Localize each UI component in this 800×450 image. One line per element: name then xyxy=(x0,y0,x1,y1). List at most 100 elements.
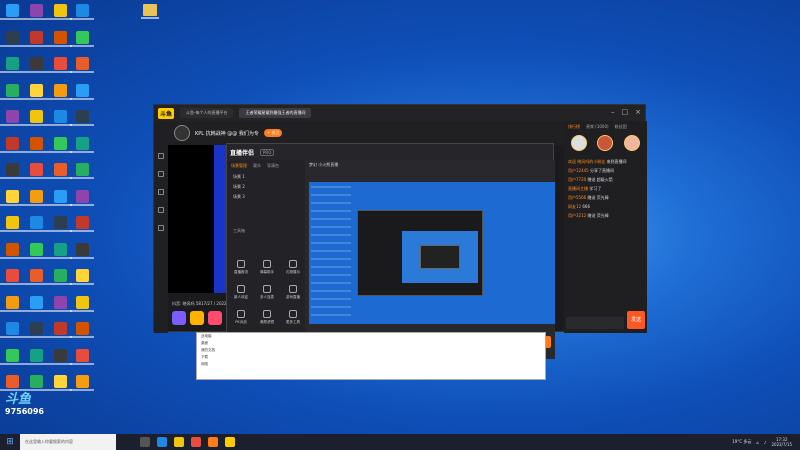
desktop-shortcut-icon[interactable] xyxy=(24,188,48,208)
explorer-row[interactable]: 我的文档 xyxy=(197,347,545,354)
rank-avatar[interactable] xyxy=(623,135,640,151)
explorer-row[interactable]: 桌面 xyxy=(197,340,545,347)
send-button[interactable]: 发送 xyxy=(627,311,645,329)
tool-item[interactable]: 更多工具 xyxy=(281,310,305,325)
desktop-shortcut-icon[interactable] xyxy=(0,294,24,314)
desktop-shortcut-icon[interactable] xyxy=(24,320,48,340)
desktop-shortcut-icon[interactable] xyxy=(24,294,48,314)
desktop-shortcut-icon[interactable] xyxy=(70,320,94,340)
desktop-shortcut-icon[interactable] xyxy=(24,241,48,261)
explorer-row[interactable]: 此电脑 xyxy=(197,333,545,340)
desktop-shortcut-icon[interactable] xyxy=(0,267,24,287)
douyu-taskbar-icon[interactable] xyxy=(208,437,218,447)
folder-icon[interactable] xyxy=(143,4,157,16)
desktop-shortcut-icon[interactable] xyxy=(48,55,72,75)
desktop-shortcut-icon[interactable] xyxy=(0,161,24,181)
desktop-shortcut-icon[interactable] xyxy=(24,108,48,128)
desktop-shortcut-icon[interactable] xyxy=(0,2,24,22)
desktop-shortcut-icon[interactable] xyxy=(24,214,48,234)
desktop-shortcut-icon[interactable] xyxy=(24,2,48,22)
desktop-shortcut-icon[interactable] xyxy=(48,188,72,208)
desktop-shortcut-icon[interactable] xyxy=(0,241,24,261)
minimize-icon[interactable]: – xyxy=(611,108,615,116)
edge-icon[interactable] xyxy=(157,437,167,447)
tab-audience[interactable]: 观众 xyxy=(253,163,261,169)
desktop-shortcut-icon[interactable] xyxy=(70,294,94,314)
tab-rank[interactable]: 排行榜 xyxy=(568,124,580,130)
desktop-shortcut-icon[interactable] xyxy=(24,267,48,287)
desktop-shortcut-icon[interactable] xyxy=(48,214,72,234)
desktop-shortcut-icon[interactable] xyxy=(48,320,72,340)
tab-scene[interactable]: 场景管理 xyxy=(231,163,247,169)
desktop-shortcut-icon[interactable] xyxy=(70,347,94,367)
desktop-shortcut-icon[interactable] xyxy=(0,347,24,367)
gift-icon[interactable] xyxy=(190,311,204,325)
chat-input[interactable] xyxy=(566,317,624,329)
desktop-shortcut-icon[interactable] xyxy=(70,161,94,181)
desktop-shortcut-icon[interactable] xyxy=(0,108,24,128)
tab-home[interactable]: 斗鱼-每个人的直播平台 xyxy=(180,108,234,118)
maximize-icon[interactable]: □ xyxy=(622,108,629,116)
tool-item[interactable]: 新人欢迎 xyxy=(229,285,253,300)
desktop-shortcut-icon[interactable] xyxy=(70,82,94,102)
nav-game-icon[interactable] xyxy=(158,207,164,213)
streamer-avatar[interactable] xyxy=(174,125,190,141)
desktop-shortcut-icon[interactable] xyxy=(70,267,94,287)
desktop-shortcut-icon[interactable] xyxy=(48,2,72,22)
scene-item[interactable]: 场景 1 xyxy=(227,172,305,182)
desktop-shortcut-icon[interactable] xyxy=(24,347,48,367)
desktop-shortcut-icon[interactable] xyxy=(48,135,72,155)
clock[interactable]: 17:32 2022/7/15 xyxy=(771,437,792,447)
desktop-shortcut-icon[interactable] xyxy=(24,161,48,181)
app-icon[interactable] xyxy=(191,437,201,447)
task-view-icon[interactable] xyxy=(140,437,150,447)
tool-item[interactable]: 弹幕助手 xyxy=(255,260,279,275)
desktop-shortcut-icon[interactable] xyxy=(48,294,72,314)
tool-item[interactable]: 游戏直播 xyxy=(281,285,305,300)
explorer-row[interactable]: 网络 xyxy=(197,361,545,368)
close-icon[interactable]: × xyxy=(635,108,641,116)
desktop-shortcut-icon[interactable] xyxy=(48,373,72,393)
desktop-shortcut-icon[interactable] xyxy=(48,108,72,128)
tool-item[interactable]: 多人连麦 xyxy=(255,285,279,300)
follow-button[interactable]: + 关注 xyxy=(263,129,283,137)
tool-item[interactable]: 直播推流 xyxy=(229,260,253,275)
desktop-shortcut-icon[interactable] xyxy=(0,188,24,208)
desktop-shortcut-icon[interactable] xyxy=(70,55,94,75)
desktop-shortcut-icon[interactable] xyxy=(0,55,24,75)
desktop-shortcut-icon[interactable] xyxy=(48,29,72,49)
desktop-shortcut-icon[interactable] xyxy=(48,82,72,102)
taskbar-search[interactable]: 在这里输入你要搜索的内容 xyxy=(20,434,116,450)
desktop-shortcut-icon[interactable] xyxy=(24,135,48,155)
scene-item[interactable]: 场景 2 xyxy=(227,182,305,192)
live-companion-taskbar-icon[interactable] xyxy=(225,437,235,447)
preview-canvas[interactable] xyxy=(309,182,555,324)
weather-text[interactable]: 19°C 多云 xyxy=(732,439,751,445)
network-icon[interactable]: ⌂ xyxy=(756,440,759,445)
tab-fans[interactable]: 粉丝团 xyxy=(615,124,627,130)
tool-item[interactable]: 礼物展示 xyxy=(281,260,305,275)
volume-icon[interactable]: ♪ xyxy=(764,440,767,445)
desktop-shortcut-icon[interactable] xyxy=(70,29,94,49)
nav-category-icon[interactable] xyxy=(158,189,164,195)
desktop-shortcut-icon[interactable] xyxy=(0,82,24,102)
explorer-row[interactable]: 下载 xyxy=(197,354,545,361)
windows-start-icon[interactable]: ⊞ xyxy=(0,434,20,450)
desktop-shortcut-icon[interactable] xyxy=(48,267,72,287)
nav-more-icon[interactable] xyxy=(158,225,164,231)
desktop-shortcut-icon[interactable] xyxy=(48,347,72,367)
desktop-shortcut-icon[interactable] xyxy=(70,188,94,208)
desktop-shortcut-icon[interactable] xyxy=(70,241,94,261)
scene-item[interactable]: 场景 3 xyxy=(227,192,305,202)
desktop-shortcut-icon[interactable] xyxy=(70,373,94,393)
desktop-shortcut-icon[interactable] xyxy=(24,29,48,49)
desktop-shortcut-icon[interactable] xyxy=(70,108,94,128)
desktop-shortcut-icon[interactable] xyxy=(70,2,94,22)
gift-icon[interactable] xyxy=(208,311,222,325)
desktop-shortcut-icon[interactable] xyxy=(0,320,24,340)
rank-avatar[interactable] xyxy=(571,135,588,151)
tool-item[interactable]: 美颜滤镜 xyxy=(255,310,279,325)
desktop-shortcut-icon[interactable] xyxy=(0,214,24,234)
nav-home-icon[interactable] xyxy=(158,153,164,159)
desktop-shortcut-icon[interactable] xyxy=(24,82,48,102)
